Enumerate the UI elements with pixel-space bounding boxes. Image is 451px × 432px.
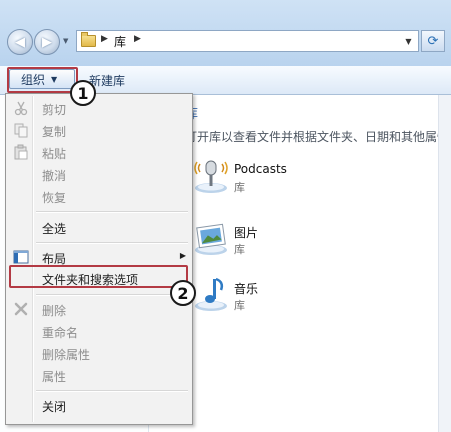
menu-item-close[interactable]: 关闭 — [8, 394, 190, 416]
menu-item-label: 复制 — [42, 125, 67, 139]
menu-item-label: 恢复 — [42, 191, 67, 205]
library-name: 音乐 — [234, 282, 259, 296]
breadcrumb-separator-2[interactable]: ▶ — [134, 34, 141, 44]
breadcrumb-separator[interactable]: ▶ — [101, 34, 108, 44]
breadcrumb-libraries[interactable]: 库 — [114, 33, 126, 50]
menu-separator — [36, 294, 188, 296]
scissors-icon — [14, 101, 28, 116]
menu-separator — [36, 242, 188, 244]
page-subtitle: 打开库以查看文件并根据文件夹、日期和其他属性排列文件。 — [185, 130, 438, 144]
libraries-folder-icon — [81, 32, 96, 47]
library-name: 图片 — [234, 226, 259, 240]
menu-item-label: 关闭 — [42, 400, 67, 414]
address-box[interactable]: ▶ 库 ▶ ▼ — [76, 30, 419, 52]
address-bar-area: ◀ ▶ ▼ ▶ 库 ▶ ▼ ⟳ — [0, 0, 451, 67]
forward-arrow-icon: ▶ — [42, 34, 52, 50]
copy-icon — [14, 123, 28, 138]
menu-separator — [36, 211, 188, 213]
menu-item-properties[interactable]: 属性 — [8, 364, 190, 386]
menu-item-label: 重命名 — [42, 326, 79, 340]
library-type: 库 — [234, 243, 245, 256]
delete-x-icon — [14, 302, 28, 316]
menu-item-undo[interactable]: 撤消 — [8, 163, 190, 185]
back-arrow-icon: ◀ — [15, 34, 25, 50]
organize-menu: 剪切 复制 粘贴 撤消 恢复 全选 布局 ▶ 文件夹和搜索选项 删除 重命名 删… — [5, 93, 193, 425]
menu-item-label: 粘贴 — [42, 147, 67, 161]
menu-item-label: 删除属性 — [42, 348, 91, 362]
menu-item-label: 删除 — [42, 304, 67, 318]
menu-item-delete[interactable]: 删除 — [8, 298, 190, 320]
menu-item-label: 撤消 — [42, 169, 67, 183]
menu-item-select-all[interactable]: 全选 — [8, 216, 190, 238]
callout-step-1: 1 — [70, 80, 96, 106]
layout-icon — [13, 250, 29, 264]
menu-item-remove-properties[interactable]: 删除属性 — [8, 342, 190, 364]
menu-item-paste[interactable]: 粘贴 — [8, 141, 190, 163]
menu-item-redo[interactable]: 恢复 — [8, 185, 190, 207]
menu-item-rename[interactable]: 重命名 — [8, 320, 190, 342]
menu-separator — [36, 390, 188, 392]
forward-button[interactable]: ▶ — [34, 29, 60, 55]
refresh-icon: ⟳ — [427, 33, 439, 49]
back-button[interactable]: ◀ — [7, 29, 33, 55]
menu-item-cut[interactable]: 剪切 — [8, 97, 190, 119]
menu-item-label: 全选 — [42, 222, 67, 236]
podcast-microphone-icon — [194, 160, 228, 193]
folder-options-highlight-box — [9, 265, 188, 288]
library-type: 库 — [234, 181, 245, 194]
menu-item-copy[interactable]: 复制 — [8, 119, 190, 141]
library-name: Podcasts — [234, 162, 287, 176]
menu-item-label: 剪切 — [42, 103, 67, 117]
music-library-icon — [195, 277, 227, 311]
submenu-arrow-icon: ▶ — [179, 251, 186, 260]
vertical-scrollbar[interactable] — [438, 95, 451, 432]
organize-highlight-box — [7, 67, 78, 93]
address-dropdown-icon[interactable]: ▼ — [400, 32, 417, 50]
callout-step-2: 2 — [170, 280, 196, 306]
pictures-library-icon — [195, 223, 227, 255]
menu-item-label: 属性 — [42, 370, 67, 384]
library-type: 库 — [234, 299, 245, 312]
recent-pages-dropdown[interactable]: ▼ — [63, 37, 68, 45]
paste-icon — [14, 144, 28, 160]
refresh-button[interactable]: ⟳ — [421, 30, 445, 52]
